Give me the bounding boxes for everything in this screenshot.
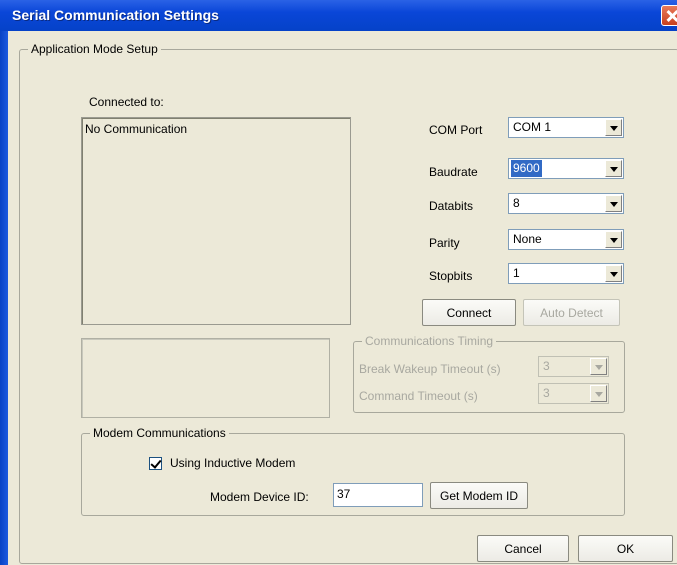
chevron-down-icon[interactable] — [605, 231, 622, 248]
parity-label: Parity — [429, 236, 460, 250]
modem-device-id-value: 37 — [337, 487, 351, 501]
break-wakeup-label: Break Wakeup Timeout (s) — [359, 362, 501, 376]
databits-label: Databits — [429, 199, 474, 213]
chevron-down-icon[interactable] — [605, 119, 622, 136]
cancel-button[interactable]: Cancel — [477, 535, 569, 562]
break-wakeup-select[interactable]: 3 — [538, 356, 609, 377]
get-modem-id-button[interactable]: Get Modem ID — [430, 482, 528, 509]
parity-value: None — [513, 232, 542, 246]
chevron-down-icon[interactable] — [605, 195, 622, 212]
command-timeout-value: 3 — [543, 386, 550, 400]
baudrate-value: 9600 — [511, 160, 542, 177]
modem-device-id-label: Modem Device ID: — [210, 490, 309, 504]
databits-value: 8 — [513, 196, 520, 210]
chevron-down-icon[interactable] — [605, 160, 622, 177]
chevron-down-icon[interactable] — [590, 358, 607, 375]
stopbits-label: Stopbits — [429, 269, 473, 283]
connect-button[interactable]: Connect — [422, 299, 516, 326]
connected-to-value: No Communication — [85, 122, 188, 136]
com-port-value: COM 1 — [513, 120, 552, 134]
auto-detect-button[interactable]: Auto Detect — [523, 299, 620, 326]
parity-select[interactable]: None — [508, 229, 624, 250]
connected-to-display: No Communication — [81, 117, 351, 325]
chevron-down-icon[interactable] — [605, 265, 622, 282]
title-bar[interactable]: Serial Communication Settings — [0, 0, 677, 31]
stopbits-select[interactable]: 1 — [508, 263, 624, 284]
baudrate-select[interactable]: 9600 — [508, 158, 624, 179]
command-timeout-label: Command Timeout (s) — [359, 389, 478, 403]
modem-device-id-input[interactable]: 37 — [333, 483, 423, 507]
modem-communications-legend: Modem Communications — [90, 426, 229, 440]
application-mode-legend: Application Mode Setup — [28, 42, 161, 56]
connected-to-label: Connected to: — [89, 95, 164, 109]
command-timeout-select[interactable]: 3 — [538, 383, 609, 404]
dialog-body: Application Mode Setup Connected to: No … — [8, 31, 677, 565]
stopbits-value: 1 — [513, 266, 520, 280]
inductive-modem-label[interactable]: Using Inductive Modem — [170, 456, 295, 470]
baudrate-label: Baudrate — [429, 165, 478, 179]
window-title: Serial Communication Settings — [12, 7, 219, 23]
window-frame-left — [0, 31, 8, 565]
com-port-select[interactable]: COM 1 — [508, 117, 624, 138]
close-icon[interactable] — [661, 5, 677, 26]
com-port-label: COM Port — [429, 123, 483, 137]
empty-panel — [81, 338, 330, 418]
inductive-modem-checkbox[interactable] — [149, 457, 162, 470]
databits-select[interactable]: 8 — [508, 193, 624, 214]
communications-timing-legend: Communications Timing — [362, 334, 497, 348]
ok-button[interactable]: OK — [578, 535, 673, 562]
break-wakeup-value: 3 — [543, 359, 550, 373]
chevron-down-icon[interactable] — [590, 385, 607, 402]
